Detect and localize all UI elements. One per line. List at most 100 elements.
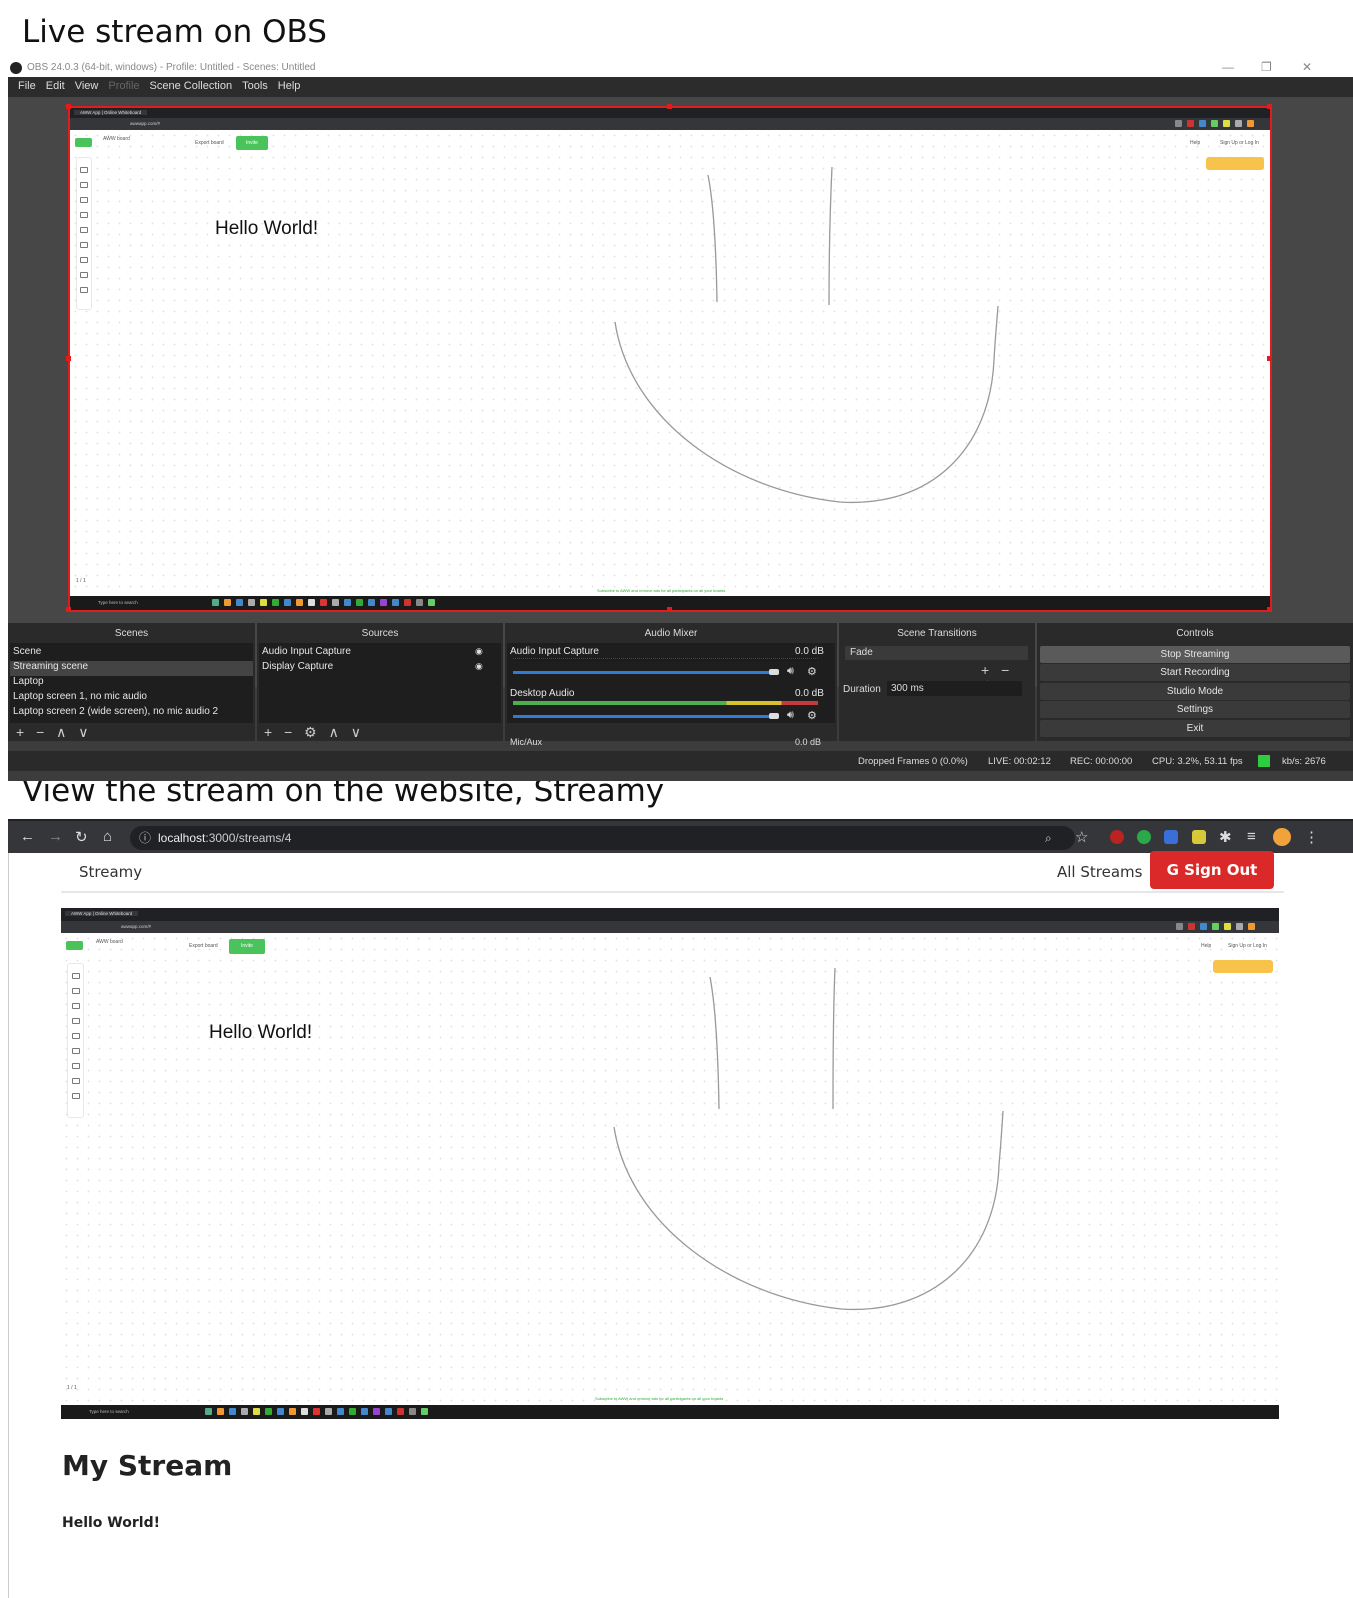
live-timer: LIVE: 00:02:12 xyxy=(988,756,1051,767)
address-bar[interactable]: ⓘ localhost:3000/streams/4 ⌕ xyxy=(130,826,1075,850)
streamy-brand-link[interactable]: Streamy xyxy=(79,863,142,881)
exit-button[interactable]: Exit xyxy=(1040,720,1350,737)
volume-slider-knob[interactable] xyxy=(769,669,779,675)
scene-item-selected[interactable]: Streaming scene xyxy=(10,661,253,676)
url-host: localhost xyxy=(158,831,206,845)
volume-slider[interactable] xyxy=(513,715,778,718)
streamy-header: Streamy All Streams G Sign Out xyxy=(61,851,1284,893)
evernote-extension-icon[interactable] xyxy=(1137,830,1151,844)
audio-mixer-dock: Audio Mixer Audio Input Capture 0.0 dB 🔊… xyxy=(505,623,837,741)
start-recording-button[interactable]: Start Recording xyxy=(1040,664,1350,681)
scene-item[interactable]: Laptop screen 2 (wide screen), no mic au… xyxy=(13,706,218,717)
audio-channel-name: Mic/Aux xyxy=(510,737,543,747)
capture-taskbar-apps xyxy=(212,599,435,606)
duration-input[interactable]: 300 ms xyxy=(887,681,1022,696)
capture-addressbar: awwapp.com/# xyxy=(70,118,1270,130)
resize-handle[interactable] xyxy=(1267,104,1272,109)
streamy-page: Streamy All Streams G Sign Out AWW App |… xyxy=(8,851,1353,1598)
transition-select[interactable]: Fade xyxy=(845,646,1028,660)
resize-handle[interactable] xyxy=(667,104,672,109)
capture-tab: AWW App | Online Whiteboard xyxy=(74,110,148,115)
menu-file[interactable]: File xyxy=(13,77,41,97)
info-icon[interactable]: ⓘ xyxy=(139,826,151,850)
close-icon[interactable]: ✕ xyxy=(1302,60,1312,74)
studio-mode-button[interactable]: Studio Mode xyxy=(1040,683,1350,700)
menu-scene-collection[interactable]: Scene Collection xyxy=(145,77,238,97)
forward-icon[interactable]: → xyxy=(48,828,63,845)
message-extension-icon[interactable] xyxy=(1192,830,1206,844)
video-whiteboard: AWW board Export board Invite Help Sign … xyxy=(61,933,1279,1405)
scene-add-remove-icons[interactable]: + − ∧ ∨ xyxy=(16,724,93,741)
obs-preview-capture: AWW App | Online Whiteboard awwapp.com/#… xyxy=(70,108,1270,610)
controls-title: Controls xyxy=(1037,623,1353,643)
video-tabbar: AWW App | Online Whiteboard xyxy=(61,908,1279,921)
resize-handle[interactable] xyxy=(66,104,71,109)
stop-streaming-button[interactable]: Stop Streaming xyxy=(1040,646,1350,663)
sign-out-button[interactable]: G Sign Out xyxy=(1150,851,1274,889)
reload-icon[interactable]: ↻ xyxy=(75,828,88,846)
scene-item[interactable]: Laptop screen 1, no mic audio xyxy=(13,691,147,702)
resize-handle[interactable] xyxy=(1267,356,1272,361)
browser-toolbar: ← → ↻ ⌂ ⓘ localhost:3000/streams/4 ⌕ ☆ ✱… xyxy=(8,819,1353,853)
visibility-eye-icon[interactable]: ◉ xyxy=(475,646,483,657)
gear-icon[interactable]: ⚙ xyxy=(807,709,817,722)
rec-timer: REC: 00:00:00 xyxy=(1070,756,1133,767)
scenes-list: Scene Streaming scene Laptop Laptop scre… xyxy=(10,643,253,723)
visibility-eye-icon[interactable]: ◉ xyxy=(475,661,483,672)
volume-slider-knob[interactable] xyxy=(769,713,779,719)
scene-item[interactable]: Scene xyxy=(13,646,41,657)
home-icon[interactable]: ⌂ xyxy=(103,828,112,845)
speaker-icon[interactable]: 🔊︎ xyxy=(787,709,794,722)
capture-ad-text: Subscribe to AWW and remove ads for all … xyxy=(597,588,726,593)
menu-tools[interactable]: Tools xyxy=(237,77,273,97)
resize-handle[interactable] xyxy=(66,607,71,612)
capture-taskbar-search: Type here to search xyxy=(98,600,138,605)
bookmark-star-icon[interactable]: ☆ xyxy=(1075,828,1088,846)
resize-handle[interactable] xyxy=(667,607,672,612)
calendar-extension-icon[interactable] xyxy=(1164,830,1178,844)
back-icon[interactable]: ← xyxy=(20,828,35,845)
obs-titlebar: OBS 24.0.3 (64-bit, windows) - Profile: … xyxy=(8,59,1353,77)
source-item[interactable]: Audio Input Capture xyxy=(262,646,351,657)
capture-page-indicator: 1 / 1 xyxy=(76,578,86,584)
source-add-remove-icons[interactable]: + − ⚙ ∧ ∨ xyxy=(264,724,365,741)
extensions-puzzle-icon[interactable]: ✱ xyxy=(1219,828,1232,846)
menu-kebab-icon[interactable]: ⋮ xyxy=(1304,828,1319,846)
url-path: :3000/streams/4 xyxy=(205,831,292,845)
menu-view[interactable]: View xyxy=(70,77,104,97)
capture-whiteboard: AWW board Export board Invite Help Sign … xyxy=(70,130,1270,596)
scene-item[interactable]: Laptop xyxy=(13,676,44,687)
video-smiley-drawing xyxy=(613,967,1004,1311)
gear-icon[interactable]: ⚙ xyxy=(807,665,817,678)
audio-channel-name: Desktop Audio xyxy=(510,688,575,699)
all-streams-link[interactable]: All Streams xyxy=(1057,863,1142,881)
menu-profile[interactable]: Profile xyxy=(103,77,144,97)
ublock-extension-icon[interactable] xyxy=(1110,830,1124,844)
menu-edit[interactable]: Edit xyxy=(41,77,70,97)
resize-handle[interactable] xyxy=(1267,607,1272,612)
profile-avatar[interactable] xyxy=(1273,828,1291,846)
scene-transitions-dock: Scene Transitions Fade + − ⚙ Duration 30… xyxy=(839,623,1035,741)
video-addressbar: awwapp.com/# xyxy=(61,921,1279,933)
capture-smiley-drawing xyxy=(614,166,999,504)
audio-channel-name: Audio Input Capture xyxy=(510,646,599,657)
restore-icon[interactable]: ❐ xyxy=(1261,60,1272,74)
settings-button[interactable]: Settings xyxy=(1040,701,1350,718)
controls-dock: Controls Stop Streaming Start Recording … xyxy=(1037,623,1353,741)
stream-description: Hello World! xyxy=(62,1515,160,1531)
sources-list: Audio Input Capture Display Capture ◉ ◉ xyxy=(259,643,501,723)
obs-window-title: OBS 24.0.3 (64-bit, windows) - Profile: … xyxy=(27,62,316,73)
zoom-icon[interactable]: ⌕ xyxy=(1045,826,1052,850)
audio-channel-level: 0.0 dB xyxy=(795,688,824,699)
menu-help[interactable]: Help xyxy=(273,77,306,97)
media-control-icon[interactable]: ≡ xyxy=(1247,828,1256,845)
top-caption: Live stream on OBS xyxy=(22,14,327,50)
resize-handle[interactable] xyxy=(66,356,71,361)
minimize-icon[interactable]: — xyxy=(1222,60,1234,74)
stream-video-player[interactable]: AWW App | Online Whiteboard awwapp.com/#… xyxy=(61,908,1279,1419)
speaker-icon[interactable]: 🔊︎ xyxy=(787,665,794,678)
audio-meter xyxy=(513,658,818,661)
scenes-dock-title: Scenes xyxy=(8,623,255,643)
source-item[interactable]: Display Capture xyxy=(262,661,333,672)
volume-slider[interactable] xyxy=(513,671,778,674)
